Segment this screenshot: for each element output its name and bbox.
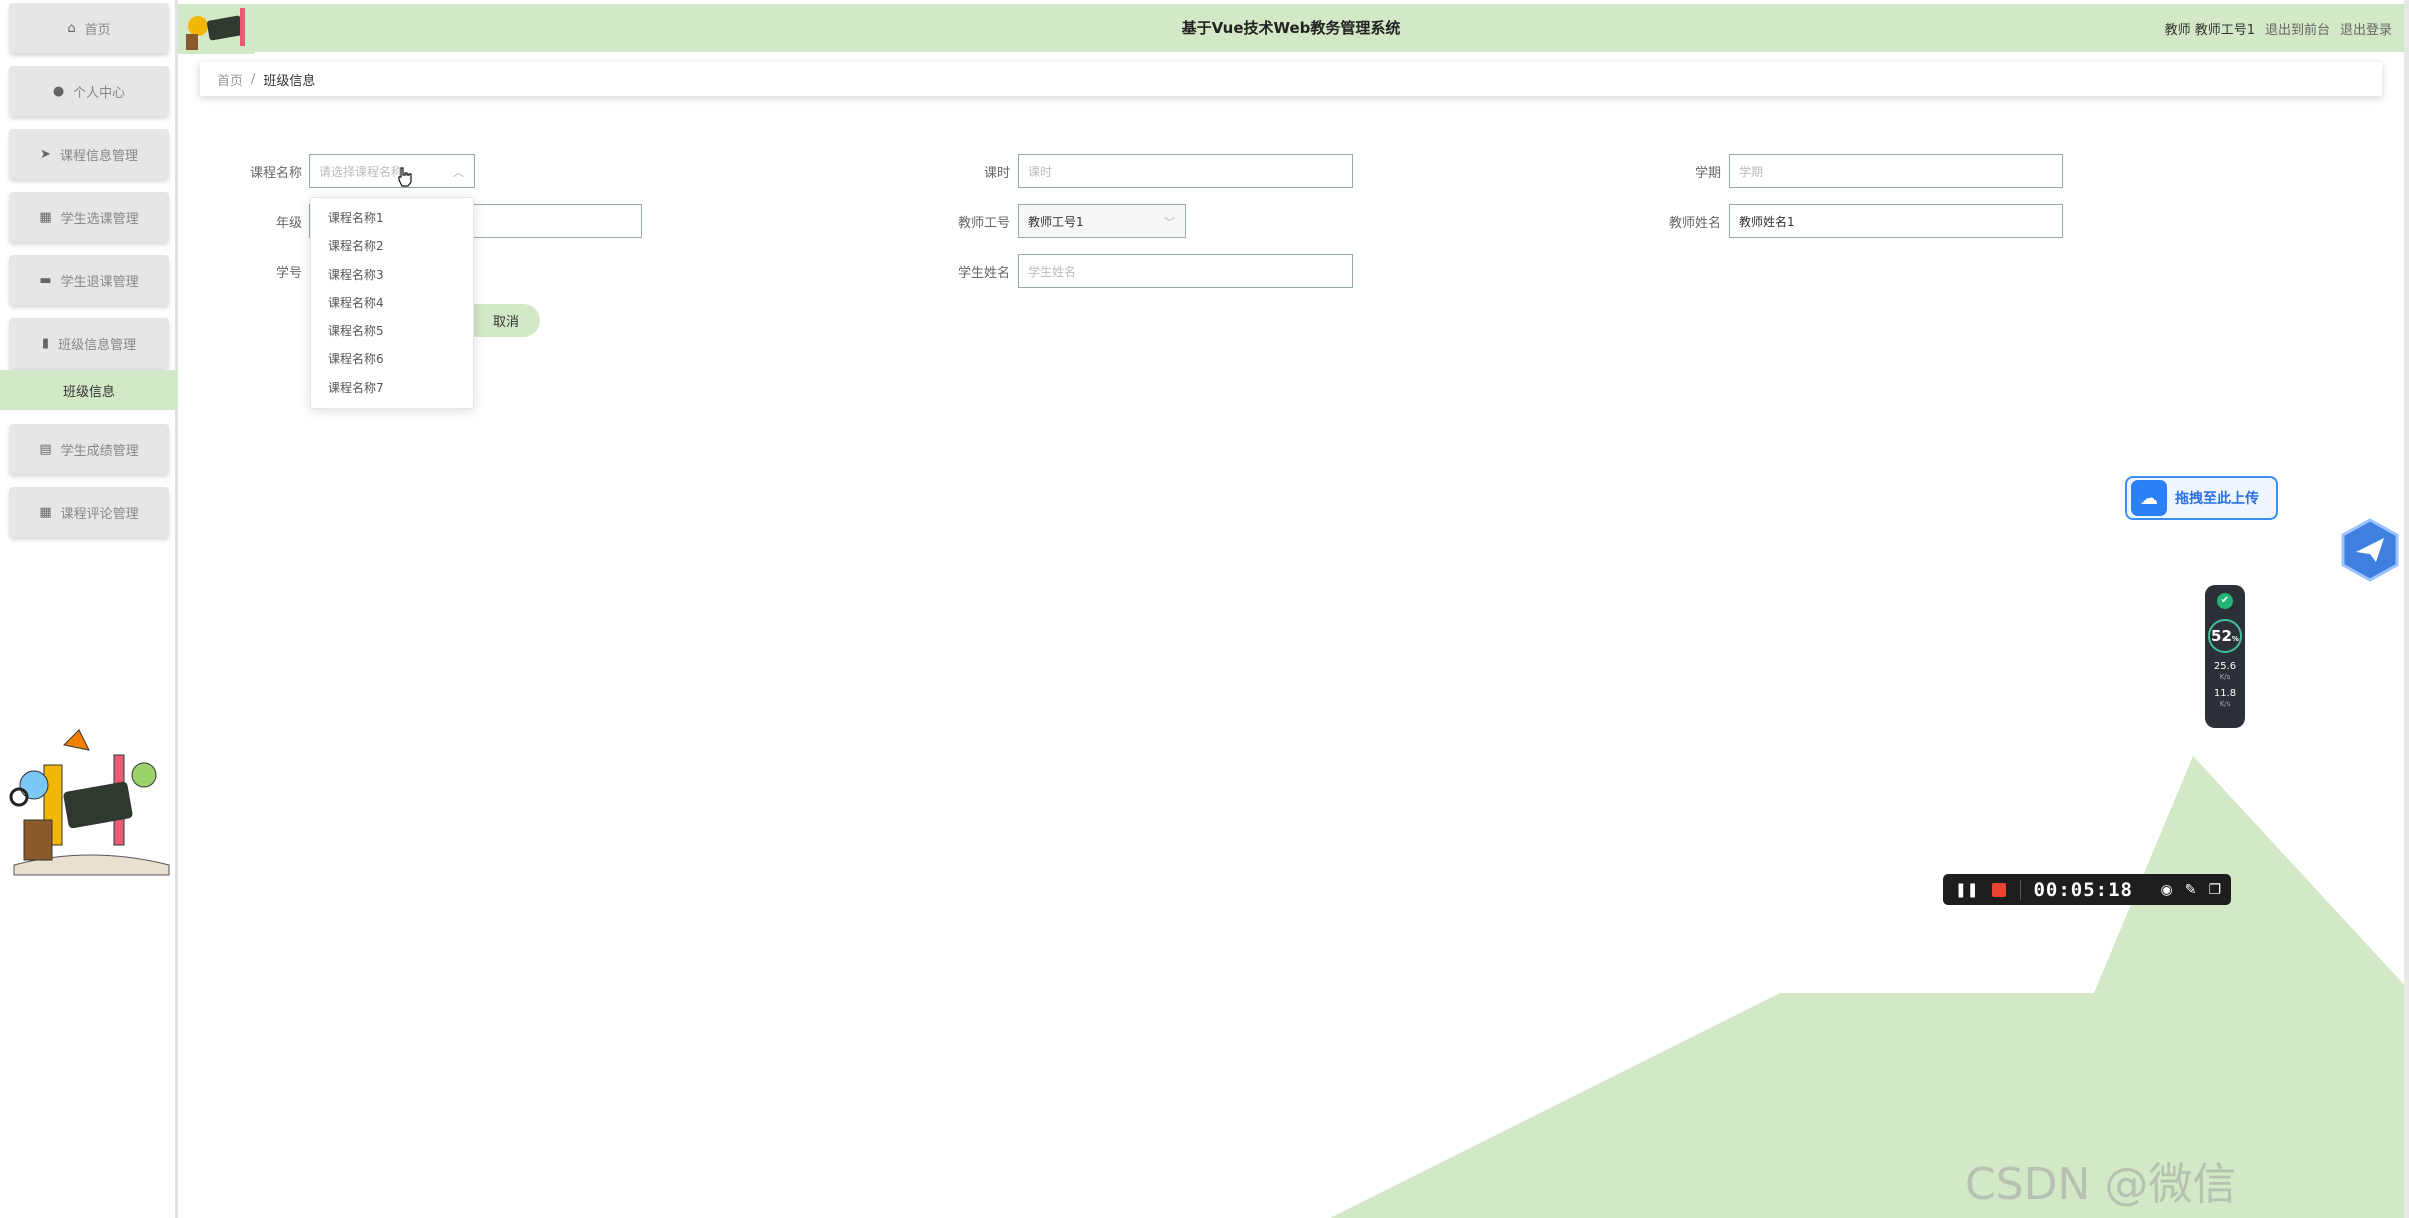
sidebar-item-course-comments[interactable]: ▦ 课程评论管理 bbox=[9, 487, 169, 537]
sidebar-item-label: 学生成绩管理 bbox=[60, 443, 139, 459]
download-speed-value: 11.8 bbox=[2213, 688, 2237, 699]
sidebar-item-label: 学生选课管理 bbox=[60, 211, 139, 227]
back-to-school-illustration bbox=[9, 729, 170, 876]
logout-link[interactable]: 退出登录 bbox=[2340, 19, 2392, 38]
usage-percent-unit: % bbox=[2231, 635, 2239, 643]
dropdown-option[interactable]: 课程名称3 bbox=[311, 261, 473, 289]
download-rate: 11.8 K/s bbox=[2205, 688, 2245, 710]
divider bbox=[2020, 879, 2022, 900]
breadcrumb-separator: / bbox=[251, 71, 256, 87]
breadcrumb-home[interactable]: 首页 bbox=[217, 70, 243, 89]
current-user-label: 教师 教师工号1 bbox=[2164, 22, 2255, 38]
upload-speed-unit: K/s bbox=[2219, 673, 2231, 681]
sidebar-item-label: 课程评论管理 bbox=[60, 506, 139, 522]
student-name-input[interactable]: 学生姓名 bbox=[1018, 254, 1353, 288]
sidebar-subitem-label: 班级信息 bbox=[62, 384, 115, 400]
semester-input[interactable]: 学期 bbox=[1729, 154, 2063, 188]
sidebar-item-label: 个人中心 bbox=[73, 85, 126, 101]
dropdown-option[interactable]: 课程名称7 bbox=[311, 374, 473, 402]
sidebar: ⌂ 首页 ● 个人中心 ➤ 课程信息管理 ▦ 学生选课管理 ▬ 学生退课管理 ▮… bbox=[0, 0, 178, 1218]
class-hours-placeholder: 课时 bbox=[1028, 164, 1053, 179]
network-speed-widget[interactable]: ✔ 52% 25.6 K/s 11.8 K/s bbox=[2205, 585, 2245, 728]
bird-assistant-icon[interactable] bbox=[2340, 518, 2400, 582]
page: ⌂ 首页 ● 个人中心 ➤ 课程信息管理 ▦ 学生选课管理 ▬ 学生退课管理 ▮… bbox=[0, 0, 2409, 1218]
sidebar-item-home[interactable]: ⌂ 首页 bbox=[9, 3, 169, 53]
scrollbar-track[interactable] bbox=[2404, 0, 2409, 1218]
download-speed-unit: K/s bbox=[2219, 700, 2231, 708]
top-header: 基于Vue技术Web教务管理系统 教师 教师工号1 退出到前台 退出登录 bbox=[178, 4, 2404, 54]
user-icon: ● bbox=[52, 83, 65, 99]
recorder-tools: ◉ ✎ ❐ bbox=[2160, 882, 2221, 898]
upload-drop-target[interactable]: ☁ 拖拽至此上传 bbox=[2125, 476, 2278, 520]
sidebar-item-label: 班级信息管理 bbox=[58, 337, 137, 353]
grade-label: 年级 bbox=[275, 216, 302, 231]
teacher-name-input[interactable]: 教师姓名1 bbox=[1729, 204, 2063, 238]
back-to-front-link[interactable]: 退出到前台 bbox=[2265, 19, 2330, 38]
grid-icon: ▦ bbox=[39, 504, 52, 520]
upload-speed-value: 25.6 bbox=[2213, 661, 2237, 672]
cancel-button-label: 取消 bbox=[492, 315, 519, 330]
semester-label: 学期 bbox=[1694, 166, 1721, 181]
dropdown-option[interactable]: 课程名称4 bbox=[311, 289, 473, 317]
dropdown-option[interactable]: 课程名称6 bbox=[311, 345, 473, 373]
hand-cursor-icon bbox=[398, 167, 412, 187]
sidebar-subitem-class-info[interactable]: 班级信息 bbox=[0, 370, 178, 410]
teacher-id-label: 教师工号 bbox=[957, 216, 1010, 231]
dropdown-option[interactable]: 课程名称1 bbox=[311, 204, 473, 232]
chevron-up-icon: ︿ bbox=[453, 166, 464, 179]
course-name-dropdown: 课程名称1 课程名称2 课程名称3 课程名称4 课程名称5 课程名称6 课程名称… bbox=[310, 197, 474, 409]
grid-icon: ▦ bbox=[39, 209, 52, 225]
upload-label: 拖拽至此上传 bbox=[2175, 491, 2259, 507]
sidebar-item-label: 学生退课管理 bbox=[60, 274, 139, 290]
course-name-select[interactable]: 请选择课程名称 ︿ bbox=[309, 154, 475, 188]
sidebar-item-label: 课程信息管理 bbox=[59, 148, 138, 164]
window-icon[interactable]: ❐ bbox=[2208, 882, 2221, 898]
shield-check-icon: ✔ bbox=[2217, 593, 2233, 609]
clipboard-icon: ▮ bbox=[41, 335, 50, 351]
stop-record-icon[interactable] bbox=[1992, 882, 2007, 897]
watermark: CSDN @微信bysj798 bbox=[1965, 1159, 2237, 1218]
student-name-label: 学生姓名 bbox=[957, 266, 1010, 281]
sidebar-item-label: 首页 bbox=[84, 22, 111, 38]
student-name-placeholder: 学生姓名 bbox=[1028, 264, 1077, 279]
memory-usage-gauge: 52% bbox=[2208, 619, 2242, 653]
usage-percent: 52 bbox=[2211, 627, 2232, 645]
breadcrumb: 首页 / 班级信息 bbox=[200, 62, 2382, 96]
send-icon: ➤ bbox=[40, 146, 51, 162]
camera-icon[interactable]: ◉ bbox=[2160, 882, 2172, 898]
teacher-id-select[interactable]: 教师工号1 ﹀ bbox=[1018, 204, 1186, 238]
student-id-label: 学号 bbox=[275, 266, 302, 281]
chart-icon: ▤ bbox=[39, 441, 52, 457]
semester-placeholder: 学期 bbox=[1739, 164, 1764, 179]
home-icon: ⌂ bbox=[67, 20, 76, 36]
upload-rate: 25.6 K/s bbox=[2205, 661, 2245, 683]
chevron-down-icon: ﹀ bbox=[1164, 216, 1175, 229]
teacher-name-value: 教师姓名1 bbox=[1739, 214, 1795, 229]
app-title: 基于Vue技术Web教务管理系统 bbox=[1181, 19, 1401, 37]
pause-icon[interactable]: ❚❚ bbox=[1955, 882, 1978, 898]
class-hours-label: 课时 bbox=[983, 166, 1010, 181]
teacher-name-label: 教师姓名 bbox=[1668, 216, 1721, 231]
teacher-id-value: 教师工号1 bbox=[1028, 214, 1084, 229]
chat-icon: ▬ bbox=[39, 272, 52, 288]
sidebar-item-course-drop[interactable]: ▬ 学生退课管理 bbox=[9, 255, 169, 305]
sidebar-item-profile[interactable]: ● 个人中心 bbox=[9, 66, 169, 116]
header-user-area: 教师 教师工号1 退出到前台 退出登录 bbox=[2165, 4, 2392, 52]
recording-timer: 00:05:18 bbox=[2033, 878, 2133, 901]
sidebar-item-grades[interactable]: ▤ 学生成绩管理 bbox=[9, 424, 169, 474]
dropdown-option[interactable]: 课程名称2 bbox=[311, 232, 473, 260]
sidebar-item-class-info[interactable]: ▮ 班级信息管理 bbox=[9, 318, 169, 368]
breadcrumb-current: 班级信息 bbox=[263, 73, 316, 89]
course-name-placeholder: 请选择课程名称 bbox=[319, 164, 404, 179]
cloud-upload-icon: ☁ bbox=[2131, 480, 2167, 516]
pen-icon[interactable]: ✎ bbox=[2185, 882, 2197, 898]
class-hours-input[interactable]: 课时 bbox=[1018, 154, 1353, 188]
dropdown-option[interactable]: 课程名称5 bbox=[311, 317, 473, 345]
sidebar-item-course-selection[interactable]: ▦ 学生选课管理 bbox=[9, 192, 169, 242]
screen-recorder-bar: ❚❚ 00:05:18 ◉ ✎ ❐ bbox=[1943, 874, 2231, 905]
course-name-label: 课程名称 bbox=[249, 166, 302, 181]
sidebar-item-course-info[interactable]: ➤ 课程信息管理 bbox=[9, 129, 169, 179]
